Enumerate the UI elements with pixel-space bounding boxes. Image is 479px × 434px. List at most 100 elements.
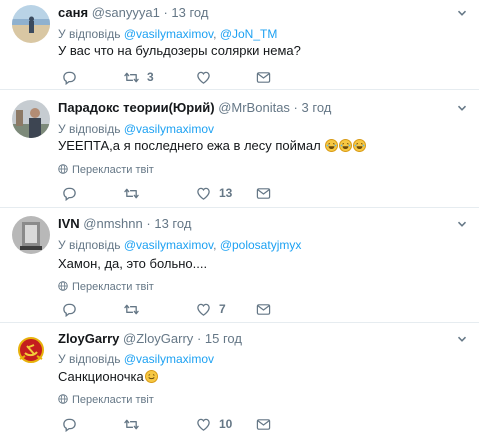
reply-icon [63,71,76,85]
globe-icon [58,281,68,291]
like-icon [197,71,210,84]
separator-dot: · [293,100,298,115]
tweet-actions: 3 [62,69,362,85]
retweet-icon [124,419,139,429]
tweet-actions: 13 [62,185,362,201]
like-count: 13 [219,186,233,200]
direct-message-button[interactable] [256,185,271,201]
avatar[interactable] [12,100,50,138]
tweet-3[interactable]: IVN @nmshnn · 13 год У відповідь @vasily… [0,208,479,323]
reply-button[interactable] [62,301,77,317]
retweet-button[interactable] [124,416,139,432]
laughing-emoji [353,139,367,152]
globe-icon [58,394,68,404]
reply-separator: , [213,27,217,41]
tweet-text-body: УЕЕПТА,а я последнего ежа в лесу поймал [58,138,321,153]
separator-dot: · [163,5,168,20]
translate-label: Перекласти твіт [72,394,154,406]
avatar[interactable] [12,216,50,254]
chevron-down-icon[interactable] [457,8,467,18]
retweet-button[interactable] [124,301,139,317]
display-name[interactable]: IVN [58,216,80,231]
retweet-count: 3 [147,70,154,84]
mention-link[interactable]: @vasilymaximov [124,27,213,41]
translate-tweet-link[interactable]: Перекласти твіт [58,393,154,407]
reply-context: У відповідь @vasilymaximov [58,121,214,137]
retweet-button[interactable] [124,185,139,201]
laughing-emoji [325,139,339,152]
mention-link[interactable]: @vasilymaximov [124,238,213,252]
direct-message-icon [256,187,271,199]
direct-message-button[interactable] [256,69,271,85]
tweet-text: Санкционочка [58,368,158,386]
chevron-down-icon[interactable] [457,334,467,344]
reply-button[interactable] [62,69,77,85]
reply-icon [63,418,76,432]
tweet-1[interactable]: саня @sanyyya1 · 13 год У відповідь @vas… [0,0,479,90]
retweet-button[interactable]: 3 [124,69,154,85]
like-icon [197,187,210,200]
mention-link[interactable]: @polosatyjmyx [220,238,302,252]
timestamp[interactable]: 15 год [205,331,242,346]
reply-separator: , [213,238,217,252]
timestamp[interactable]: 13 год [171,5,208,20]
reply-button[interactable] [62,185,77,201]
tweet-2[interactable]: Парадокс теории(Юрий) @MrBonitas · 3 год… [0,90,479,208]
avatar[interactable] [12,331,50,369]
like-button[interactable]: 10 [196,416,232,432]
reply-context: У відповідь @vasilymaximov [58,351,214,367]
user-handle[interactable]: @MrBonitas [218,100,290,115]
retweet-icon [124,188,139,198]
like-button[interactable] [196,69,211,85]
translate-tweet-link[interactable]: Перекласти твіт [58,280,154,294]
reply-context: У відповідь @vasilymaximov, @polosatyjmy… [58,237,301,253]
tweet-text-body: Санкционочка [58,369,144,384]
display-name[interactable]: саня [58,5,88,20]
translate-label: Перекласти твіт [72,281,154,293]
user-handle[interactable]: @nmshnn [83,216,142,231]
translate-tweet-link[interactable]: Перекласти твіт [58,163,154,177]
reply-prefix: У відповідь [58,238,121,252]
chevron-down-icon[interactable] [457,103,467,113]
direct-message-button[interactable] [256,301,271,317]
mention-link[interactable]: @vasilymaximov [124,352,214,366]
mention-link[interactable]: @JoN_TM [220,27,278,41]
reply-icon [63,187,76,201]
chevron-down-icon[interactable] [457,219,467,229]
separator-dot: · [146,216,151,231]
reply-context: У відповідь @vasilymaximov, @JoN_TM [58,26,277,42]
tweet-header: ZloyGarry @ZloyGarry · 15 год [58,331,242,347]
like-button[interactable]: 13 [196,185,232,201]
tweet-header: Парадокс теории(Юрий) @MrBonitas · 3 год [58,100,331,116]
translate-label: Перекласти твіт [72,164,154,176]
laughing-emoji [339,139,353,152]
like-count: 7 [219,302,226,316]
retweet-icon [124,72,139,82]
tweet-header: саня @sanyyya1 · 13 год [58,5,208,21]
timestamp[interactable]: 3 год [302,100,332,115]
retweet-icon [124,304,139,314]
mention-link[interactable]: @vasilymaximov [124,122,214,136]
user-handle[interactable]: @sanyyya1 [92,5,160,20]
timestamp[interactable]: 13 год [154,216,191,231]
like-count: 10 [219,417,233,431]
user-handle[interactable]: @ZloyGarry [123,331,193,346]
reply-prefix: У відповідь [58,27,121,41]
reply-button[interactable] [62,416,77,432]
display-name[interactable]: Парадокс теории(Юрий) [58,100,215,115]
tweet-actions: 7 [62,301,362,317]
display-name[interactable]: ZloyGarry [58,331,119,346]
tweet-header: IVN @nmshnn · 13 год [58,216,191,232]
reply-prefix: У відповідь [58,122,121,136]
direct-message-icon [256,303,271,315]
tweet-actions: 10 [62,416,362,432]
separator-dot: · [196,331,202,346]
avatar[interactable] [12,5,50,43]
like-button[interactable]: 7 [196,301,226,317]
tweet-4[interactable]: ZloyGarry @ZloyGarry · 15 год У відповід… [0,323,479,434]
direct-message-button[interactable] [256,416,271,432]
direct-message-icon [256,71,271,83]
tweet-text: Хамон, да, это больно.... [58,256,208,271]
smiling-emoji [144,370,158,383]
tweet-text: У вас что на бульдозеры солярки нема? [58,43,301,58]
